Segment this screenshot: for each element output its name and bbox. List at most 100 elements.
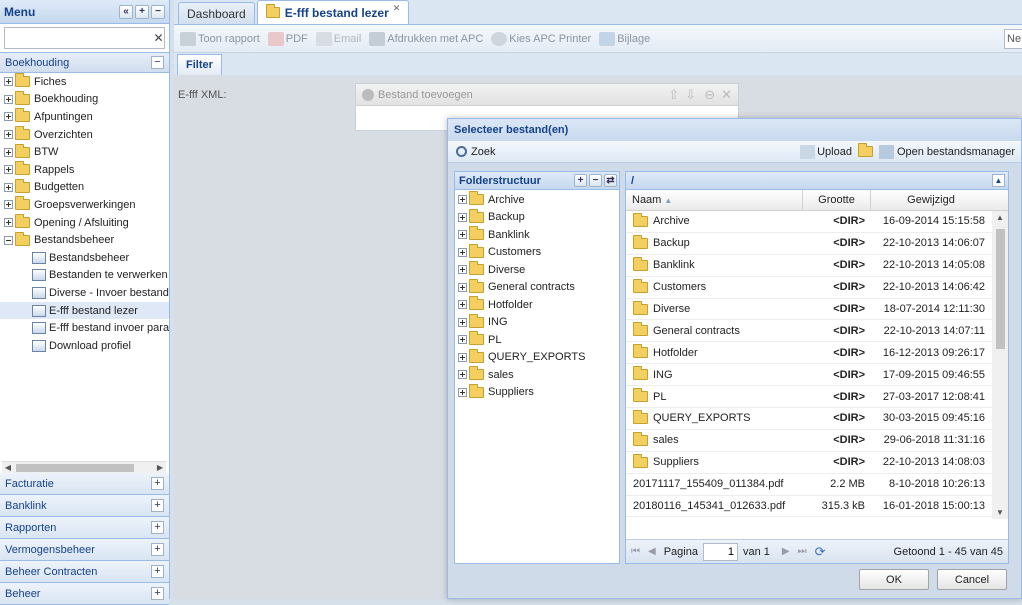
file-row[interactable]: General contracts <DIR> 22-10-2013 14:07:1… [626, 320, 1008, 343]
prev-page-icon[interactable]: ◀ [648, 546, 656, 557]
menu-section[interactable]: Vermogensbeheer + [0, 539, 169, 561]
close-tab-icon[interactable]: ✕ [393, 3, 401, 14]
expand-section-icon[interactable]: + [151, 521, 164, 534]
kies-printer-button[interactable]: Kies APC Printer [491, 31, 591, 46]
pdf-button[interactable]: PDF [267, 31, 308, 46]
tab-efff-lezer[interactable]: E-fff bestand lezer ✕ [256, 0, 410, 24]
scroll-left-icon[interactable]: ◀ [2, 463, 14, 472]
collapse-section-icon[interactable]: − [151, 56, 164, 69]
ok-button[interactable]: OK [859, 569, 929, 590]
page-input[interactable] [702, 542, 738, 561]
menu-section[interactable]: Rapporten + [0, 517, 169, 539]
menu-leaf-item[interactable]: Diverse - Invoer bestand [0, 284, 169, 302]
collapse-folders-icon[interactable]: − [589, 174, 602, 187]
menu-section[interactable]: Facturatie + [0, 473, 169, 495]
bijlage-button[interactable]: Bijlage [599, 31, 650, 46]
expand-section-icon[interactable]: + [151, 587, 164, 600]
menu-search-input[interactable] [5, 28, 153, 48]
folder-tree-item[interactable]: Customers [455, 243, 619, 262]
scroll-thumb[interactable] [996, 229, 1005, 349]
expand-icon[interactable] [4, 200, 13, 210]
arrow-down-icon[interactable]: ⇩ [685, 87, 696, 103]
menu-folder-item[interactable]: Rappels [0, 161, 169, 179]
next-page-icon[interactable]: ▶ [782, 546, 790, 557]
scroll-thumb[interactable] [16, 463, 134, 472]
expand-icon[interactable] [458, 352, 467, 362]
tab-dashboard[interactable]: Dashboard [178, 2, 255, 24]
scroll-right-icon[interactable]: ▶ [154, 463, 166, 472]
menu-section[interactable]: Beheer + [0, 583, 169, 605]
column-size[interactable]: Grootte [803, 190, 871, 210]
menu-leaf-item[interactable]: Download profiel [0, 337, 169, 355]
menu-folder-item[interactable]: Budgetten [0, 178, 169, 197]
file-row[interactable]: QUERY_EXPORTS <DIR> 30-03-2015 09:45:16 [626, 408, 1008, 430]
menu-folder-item[interactable]: Groepsverwerkingen [0, 196, 169, 214]
expand-icon[interactable] [4, 77, 13, 87]
expand-icon[interactable] [458, 370, 467, 380]
menu-leaf-item[interactable]: E-fff bestand invoer paran [0, 319, 169, 337]
folder-tree-item[interactable]: Banklink [455, 226, 619, 244]
menu-section[interactable]: Banklink + [0, 495, 169, 517]
expand-section-icon[interactable]: + [151, 477, 164, 490]
expand-folders-icon[interactable]: + [574, 174, 587, 187]
expand-icon[interactable] [4, 130, 13, 140]
expand-icon[interactable] [4, 165, 13, 175]
file-row[interactable]: ING <DIR> 17-09-2015 09:46:55 [626, 364, 1008, 387]
section-boekhouding[interactable]: Boekhouding − [0, 52, 169, 73]
column-modified[interactable]: Gewijzigd [871, 190, 991, 210]
new-folder-button[interactable] [857, 143, 873, 157]
expand-section-icon[interactable]: + [151, 543, 164, 556]
folder-tree-item[interactable]: Diverse [455, 261, 619, 279]
refresh-folders-icon[interactable]: ⇄ [604, 174, 617, 187]
file-row[interactable]: Archive <DIR> 16-09-2014 15:15:58 [626, 211, 1008, 233]
expand-icon[interactable] [458, 195, 467, 205]
menu-folder-item[interactable]: BTW [0, 143, 169, 161]
add-file-button[interactable]: Bestand toevoegen [378, 89, 662, 101]
menu-folder-item[interactable]: Overzichten [0, 126, 169, 144]
expand-icon[interactable] [458, 247, 467, 257]
arrow-up-icon[interactable]: ⇧ [668, 87, 679, 103]
search-button[interactable]: Zoek [456, 146, 495, 158]
collapse-left-icon[interactable]: « [119, 4, 133, 19]
menu-folder-item[interactable]: Fiches [0, 73, 169, 91]
last-page-icon[interactable]: ⏭ [798, 546, 807, 557]
column-name[interactable]: Naam ▲ [626, 190, 803, 210]
expand-all-icon[interactable]: + [135, 4, 149, 19]
expand-section-icon[interactable]: + [151, 499, 164, 512]
folder-tree-item[interactable]: QUERY_EXPORTS [455, 348, 619, 367]
file-row[interactable]: sales <DIR> 29-06-2018 11:31:16 [626, 430, 1008, 452]
expand-icon[interactable] [458, 212, 467, 222]
expand-icon[interactable] [4, 112, 13, 122]
expand-icon[interactable] [458, 230, 467, 240]
folder-tree-item[interactable]: sales [455, 366, 619, 384]
clear-search-icon[interactable]: ✕ [153, 28, 164, 48]
menu-folder-item[interactable]: Opening / Afsluiting [0, 214, 169, 232]
scroll-up-icon[interactable]: ▲ [996, 213, 1004, 222]
menu-folder-item[interactable]: Boekhouding [0, 90, 169, 109]
expand-icon[interactable] [4, 94, 13, 104]
menu-leaf-item[interactable]: Bestanden te verwerken [0, 267, 169, 285]
collapse-icon[interactable] [4, 235, 13, 245]
collapse-all-icon[interactable]: − [151, 4, 165, 19]
expand-icon[interactable] [458, 265, 467, 275]
expand-section-icon[interactable]: + [151, 565, 164, 578]
afdrukken-button[interactable]: Afdrukken met APC [369, 31, 483, 46]
expand-icon[interactable] [458, 387, 467, 397]
toon-rapport-button[interactable]: Toon rapport [180, 31, 260, 46]
expand-icon[interactable] [458, 300, 467, 310]
file-row[interactable]: Diverse <DIR> 18-07-2014 12:11:30 [626, 299, 1008, 321]
folder-tree-item[interactable]: ING [455, 313, 619, 332]
refresh-icon[interactable]: ⟳ [815, 544, 826, 560]
toolbar-right-field[interactable]: Ne [1004, 28, 1022, 49]
chevron-up-icon[interactable]: ▲ [992, 174, 1005, 187]
delete-icon[interactable]: ✕ [721, 87, 732, 103]
file-row[interactable]: Banklink <DIR> 22-10-2013 14:05:08 [626, 255, 1008, 277]
expand-icon[interactable] [458, 317, 467, 327]
menu-leaf-item[interactable]: Bestandsbeheer [0, 249, 169, 267]
expand-icon[interactable] [458, 335, 467, 345]
open-manager-button[interactable]: Open bestandsmanager [878, 144, 1015, 159]
expand-icon[interactable] [458, 282, 467, 292]
scroll-down-icon[interactable]: ▼ [996, 508, 1004, 517]
file-row[interactable]: PL <DIR> 27-03-2017 12:08:41 [626, 386, 1008, 409]
menu-leaf-item[interactable]: E-fff bestand lezer [0, 301, 169, 320]
